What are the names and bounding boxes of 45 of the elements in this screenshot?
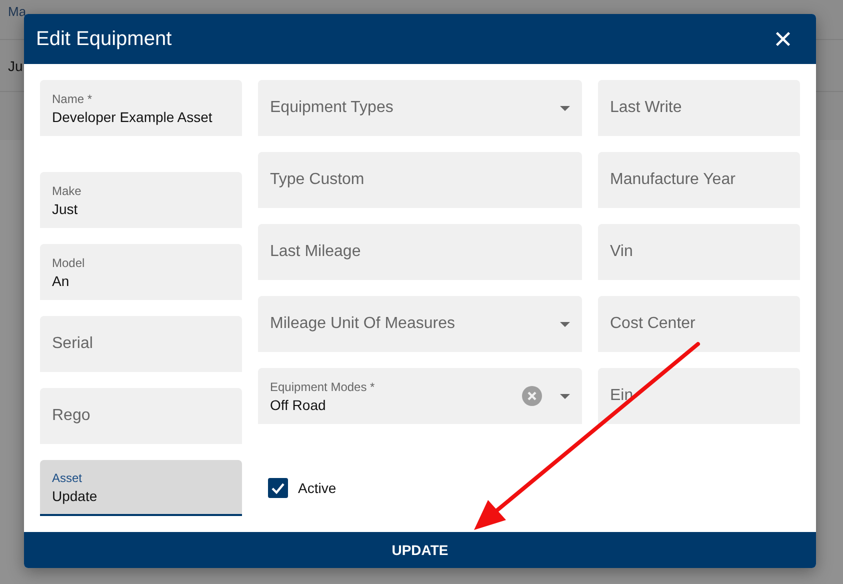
- input-field[interactable]: Serial: [40, 316, 242, 372]
- input-field[interactable]: Name * Developer Example Asset: [40, 80, 242, 136]
- field-label: Asset: [52, 470, 82, 484]
- input-field[interactable]: Last Mileage: [258, 224, 582, 280]
- field-label: Cost Center: [610, 315, 696, 333]
- dropdown-caret-icon[interactable]: [560, 106, 570, 110]
- update-button[interactable]: UPDATE: [24, 532, 816, 568]
- select-field[interactable]: Equipment Modes * Off Road: [258, 368, 582, 424]
- field-label: Equipment Modes *: [270, 380, 375, 394]
- field-value: Developer Example Asset: [52, 108, 212, 124]
- input-field[interactable]: Last Write: [598, 80, 800, 136]
- dialog-title: Edit Equipment: [36, 28, 172, 50]
- input-field[interactable]: Cost Center: [598, 296, 800, 352]
- field-value: An: [52, 272, 70, 288]
- input-field[interactable]: Make Just: [40, 172, 242, 228]
- input-field[interactable]: Asset Update: [40, 460, 242, 516]
- field-label: Equipment Types: [270, 99, 394, 117]
- field-value: Just: [52, 200, 78, 216]
- select-field[interactable]: Equipment Types: [258, 80, 582, 136]
- input-field[interactable]: Vin: [598, 224, 800, 280]
- input-field[interactable]: Manufacture Year: [598, 152, 800, 208]
- input-field[interactable]: Model An: [40, 244, 242, 300]
- field-label: Mileage Unit Of Measures: [270, 315, 455, 333]
- field-label: Last Mileage: [270, 243, 361, 261]
- input-field[interactable]: Rego: [40, 388, 242, 444]
- field-label: Make: [52, 184, 82, 198]
- field-label: Last Write: [610, 99, 682, 117]
- field-value: Update: [52, 488, 98, 504]
- checkbox-label: Active: [298, 480, 336, 496]
- field-label: Name *: [52, 92, 92, 106]
- field-label: Model: [52, 256, 85, 270]
- dropdown-caret-icon[interactable]: [560, 322, 570, 326]
- field-value: Off Road: [270, 396, 326, 412]
- field-label: Rego: [52, 407, 90, 425]
- table-cell: Ju: [8, 58, 23, 74]
- field-label: Serial: [52, 335, 93, 353]
- column-header: Ma: [8, 4, 26, 19]
- dropdown-caret-icon[interactable]: [560, 394, 570, 398]
- input-field[interactable]: Type Custom: [258, 152, 582, 208]
- select-field[interactable]: Mileage Unit Of Measures: [258, 296, 582, 352]
- close-icon[interactable]: [775, 31, 791, 47]
- checkbox[interactable]: [268, 478, 288, 498]
- field-label: Type Custom: [270, 171, 364, 189]
- field-label: Manufacture Year: [610, 171, 736, 189]
- field-label: Vin: [610, 243, 633, 261]
